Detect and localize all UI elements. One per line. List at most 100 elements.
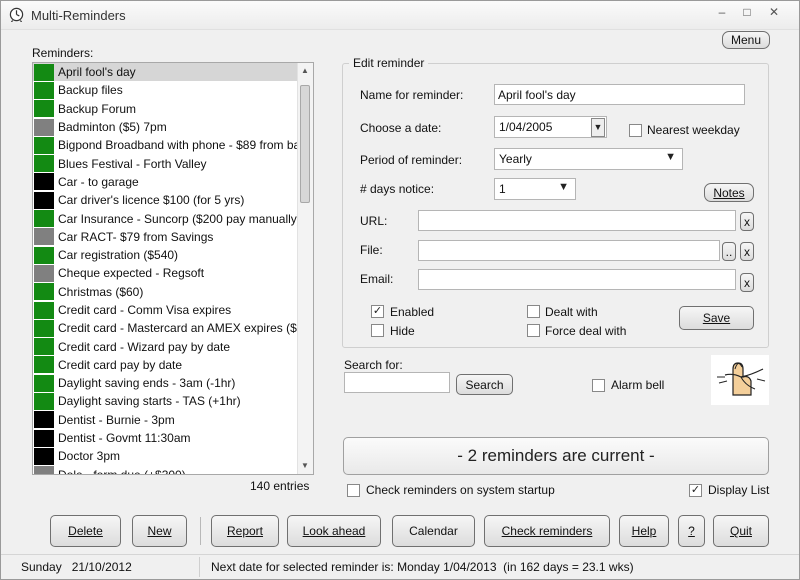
list-item[interactable]: Car Insurance - Suncorp ($200 pay manual… bbox=[33, 209, 299, 228]
force-deal-checkbox[interactable] bbox=[527, 324, 540, 337]
list-item[interactable]: Cheque expected - Regsoft bbox=[33, 264, 299, 282]
list-item[interactable]: Credit card - Comm Visa expires bbox=[33, 301, 299, 319]
check-startup-label: Check reminders on system startup bbox=[366, 483, 555, 497]
chevron-down-icon[interactable]: ▼ bbox=[558, 181, 569, 193]
url-input[interactable] bbox=[418, 210, 736, 231]
color-swatch bbox=[34, 301, 54, 319]
check-startup-checkbox[interactable] bbox=[347, 484, 360, 497]
list-item-label: Credit card - Comm Visa expires bbox=[58, 303, 232, 317]
list-item[interactable]: Credit card pay by date bbox=[33, 356, 299, 374]
list-item[interactable]: Credit card - Mastercard an AMEX expires… bbox=[33, 319, 299, 337]
search-button[interactable]: Search bbox=[456, 374, 513, 395]
chevron-down-icon[interactable]: ▼ bbox=[665, 151, 676, 163]
close-button[interactable]: ✕ bbox=[765, 5, 783, 19]
status-separator bbox=[199, 557, 200, 577]
list-item[interactable]: Bigpond Broadband with phone - $89 from … bbox=[33, 136, 299, 154]
new-button[interactable]: New bbox=[132, 515, 187, 547]
look-ahead-button[interactable]: Look ahead bbox=[287, 515, 381, 547]
list-item[interactable]: Daylight saving starts - TAS (+1hr) bbox=[33, 392, 299, 410]
list-item-label: Christmas ($60) bbox=[58, 284, 144, 299]
list-item[interactable]: Car RACT- $79 from Savings bbox=[33, 228, 299, 246]
display-list-checkbox[interactable]: ✓ bbox=[689, 484, 702, 497]
list-item[interactable]: Car - to garage bbox=[33, 173, 299, 191]
file-input[interactable] bbox=[418, 240, 720, 261]
clear-file-button[interactable]: x bbox=[740, 242, 754, 261]
list-item-label: Daylight saving ends - 3am (-1hr) bbox=[58, 376, 236, 391]
list-item[interactable]: Daylight saving ends - 3am (-1hr) bbox=[33, 374, 299, 392]
scroll-up-icon[interactable]: ▲ bbox=[301, 66, 309, 75]
minimize-button[interactable]: – bbox=[713, 5, 731, 19]
scroll-down-icon[interactable]: ▼ bbox=[301, 461, 309, 470]
finger-reminder-icon bbox=[711, 355, 769, 405]
search-input[interactable] bbox=[344, 372, 450, 393]
period-value: Yearly bbox=[499, 152, 532, 166]
date-picker[interactable]: 1/04/2005 ▼ bbox=[494, 116, 607, 138]
help-button[interactable]: Help bbox=[619, 515, 669, 547]
list-item-label: Credit card - Mastercard an AMEX expires… bbox=[58, 321, 299, 336]
alarm-bell-checkbox[interactable] bbox=[592, 379, 605, 392]
quit-button[interactable]: Quit bbox=[713, 515, 769, 547]
hide-checkbox[interactable] bbox=[371, 324, 384, 337]
question-button[interactable]: ? bbox=[678, 515, 705, 547]
list-item-label: Backup files bbox=[58, 83, 123, 98]
list-item-label: Car registration ($540) bbox=[58, 248, 179, 263]
reminders-list-items: April fool's day Backup files Backup Forum… bbox=[33, 63, 299, 474]
color-swatch bbox=[34, 210, 54, 228]
calendar-button[interactable]: Calendar bbox=[392, 515, 475, 547]
nearest-weekday-checkbox[interactable] bbox=[629, 124, 642, 137]
color-swatch bbox=[34, 246, 54, 264]
reminders-list[interactable]: April fool's day Backup files Backup Forum… bbox=[32, 62, 314, 475]
status-bar: Sunday 21/10/2012 Next date for selected… bbox=[1, 554, 799, 579]
enabled-label: Enabled bbox=[390, 305, 435, 319]
list-item[interactable]: Car driver's licence $100 (for 5 yrs) bbox=[33, 191, 299, 209]
color-swatch bbox=[34, 136, 54, 154]
list-item[interactable]: Dole - form due (+$300) bbox=[33, 466, 299, 474]
notice-select[interactable]: 1 ▼ bbox=[494, 178, 576, 200]
save-button[interactable]: Save bbox=[679, 306, 754, 330]
list-item[interactable]: Backup Forum bbox=[33, 100, 299, 118]
period-select[interactable]: Yearly ▼ bbox=[494, 148, 683, 170]
force-deal-label: Force deal with bbox=[545, 324, 627, 338]
maximize-button[interactable]: □ bbox=[738, 5, 756, 19]
color-swatch bbox=[34, 447, 54, 465]
color-swatch bbox=[34, 283, 54, 301]
list-item[interactable]: Badminton ($5) 7pm bbox=[33, 118, 299, 136]
delete-button[interactable]: Delete bbox=[50, 515, 121, 547]
color-swatch bbox=[34, 338, 54, 356]
color-swatch bbox=[34, 63, 54, 81]
search-label: Search for: bbox=[344, 358, 403, 372]
dealt-with-checkbox[interactable] bbox=[527, 305, 540, 318]
color-swatch bbox=[34, 173, 54, 191]
notes-button[interactable]: Notes bbox=[704, 183, 754, 202]
browse-file-button[interactable]: .. bbox=[722, 242, 736, 261]
email-input[interactable] bbox=[418, 269, 736, 290]
scroll-thumb[interactable] bbox=[300, 85, 310, 203]
list-item[interactable]: Dentist - Burnie - 3pm bbox=[33, 411, 299, 429]
list-item-label: Dentist - Govmt 11:30am bbox=[58, 431, 191, 446]
color-swatch bbox=[34, 319, 54, 337]
color-swatch bbox=[34, 155, 54, 173]
list-item-label: Doctor 3pm bbox=[58, 449, 121, 464]
name-input[interactable] bbox=[494, 84, 745, 105]
list-item[interactable]: Christmas ($60) bbox=[33, 283, 299, 301]
list-item-label: Dentist - Burnie - 3pm bbox=[58, 412, 175, 427]
clear-email-button[interactable]: x bbox=[740, 273, 754, 292]
list-item[interactable]: Blues Festival - Forth Valley bbox=[33, 154, 299, 173]
menu-button[interactable]: Menu bbox=[722, 31, 770, 49]
clear-url-button[interactable]: x bbox=[740, 212, 754, 231]
list-item[interactable]: Backup files bbox=[33, 81, 299, 99]
list-item-label: Car driver's licence $100 (for 5 yrs) bbox=[58, 193, 245, 208]
check-reminders-button[interactable]: Check reminders bbox=[484, 515, 610, 547]
calendar-dropdown-icon[interactable]: ▼ bbox=[591, 118, 605, 137]
list-item[interactable]: April fool's day bbox=[33, 63, 299, 82]
list-scrollbar[interactable]: ▲ ▼ bbox=[297, 63, 313, 474]
list-item[interactable]: Doctor 3pm bbox=[33, 447, 299, 465]
notice-value: 1 bbox=[499, 182, 506, 196]
toolbar-divider bbox=[200, 517, 201, 545]
list-item[interactable]: Dentist - Govmt 11:30am bbox=[33, 429, 299, 447]
enabled-checkbox[interactable]: ✓ bbox=[371, 305, 384, 318]
list-item[interactable]: Car registration ($540) bbox=[33, 246, 299, 264]
report-button[interactable]: Report bbox=[211, 515, 279, 547]
list-item[interactable]: Credit card - Wizard pay by date bbox=[33, 337, 299, 356]
alarm-bell-label: Alarm bell bbox=[611, 378, 665, 392]
